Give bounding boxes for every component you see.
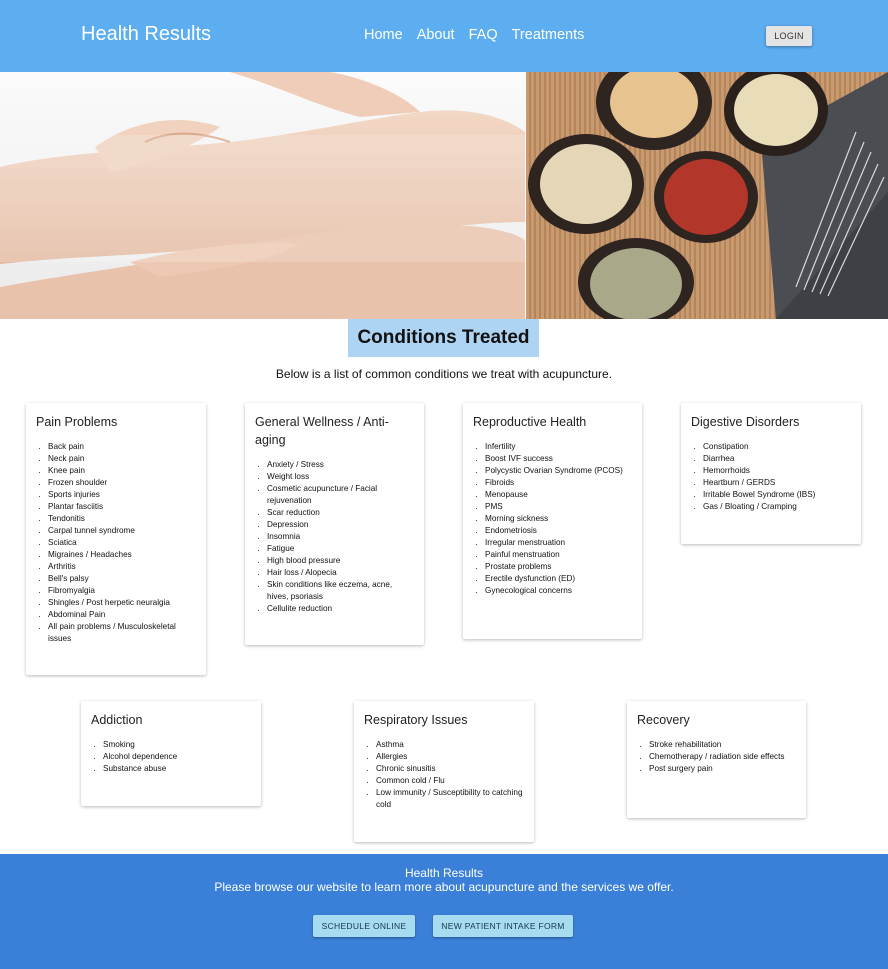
card-title: Digestive Disorders	[691, 415, 800, 429]
condition-item: Arthritis	[48, 561, 196, 573]
new-patient-intake-button[interactable]: NEW PATIENT INTAKE FORM	[433, 915, 573, 937]
hero-hands-image	[0, 72, 525, 319]
condition-item: Endometriosis	[485, 525, 632, 537]
condition-list: Stroke rehabilitationChemotherapy / radi…	[637, 739, 796, 775]
condition-item: Hemorrhoids	[703, 465, 851, 477]
condition-item: Diarrhea	[703, 453, 851, 465]
condition-item: Gynecological concerns	[485, 585, 632, 597]
login-button[interactable]: LOGIN	[766, 26, 812, 46]
hero-banner	[0, 72, 888, 319]
card-title: Reproductive Health	[473, 415, 587, 429]
condition-item: Tendonitis	[48, 513, 196, 525]
nav-treatments-link[interactable]: Treatments	[512, 27, 585, 43]
condition-item: Frozen shoulder	[48, 477, 196, 489]
condition-item: Post surgery pain	[649, 763, 796, 775]
condition-item: Painful menstruation	[485, 549, 632, 561]
condition-item: Hair loss / Alopecia	[267, 567, 414, 579]
condition-item: Cellulite reduction	[267, 603, 414, 615]
footer-text: Please browse our website to learn more …	[214, 880, 674, 894]
card-reproductive-health: Reproductive Health InfertilityBoost IVF…	[463, 403, 642, 639]
site-footer: Health Results Please browse our website…	[0, 854, 888, 969]
hero-herbs-image	[526, 72, 888, 319]
condition-item: Heartburn / GERDS	[703, 477, 851, 489]
card-addiction: Addiction SmokingAlcohol dependenceSubst…	[81, 701, 261, 806]
condition-item: Neck pain	[48, 453, 196, 465]
condition-item: Irritable Bowel Syndrome (IBS)	[703, 489, 851, 501]
condition-item: PMS	[485, 501, 632, 513]
condition-item: Cosmetic acupuncture / Facial rejuvenati…	[267, 483, 414, 507]
condition-item: Allergies	[376, 751, 524, 763]
condition-item: All pain problems / Musculoskeletal issu…	[48, 621, 196, 645]
condition-item: Skin conditions like eczema, acne, hives…	[267, 579, 414, 603]
condition-item: Chemotherapy / radiation side effects	[649, 751, 796, 763]
card-title: Respiratory Issues	[364, 713, 468, 727]
condition-item: Weight loss	[267, 471, 414, 483]
condition-item: Menopause	[485, 489, 632, 501]
condition-item: Boost IVF success	[485, 453, 632, 465]
condition-item: Erectile dysfunction (ED)	[485, 573, 632, 585]
condition-list: ConstipationDiarrheaHemorrhoidsHeartburn…	[691, 441, 851, 513]
condition-item: Fatigue	[267, 543, 414, 555]
condition-item: Polycystic Ovarian Syndrome (PCOS)	[485, 465, 632, 477]
condition-item: Anxiety / Stress	[267, 459, 414, 471]
condition-item: Chronic sinusitis	[376, 763, 524, 775]
condition-item: Prostate problems	[485, 561, 632, 573]
condition-item: Constipation	[703, 441, 851, 453]
site-header: Health Results Home About FAQ Treatments…	[0, 0, 888, 72]
condition-item: Depression	[267, 519, 414, 531]
condition-item: Asthma	[376, 739, 524, 751]
condition-item: Scar reduction	[267, 507, 414, 519]
intro-text: Below is a list of common conditions we …	[275, 367, 613, 381]
condition-item: Fibromyalgia	[48, 585, 196, 597]
condition-item: Shingles / Post herpetic neuralgia	[48, 597, 196, 609]
condition-item: Migraines / Headaches	[48, 549, 196, 561]
condition-item: Insomnia	[267, 531, 414, 543]
condition-item: Bell's palsy	[48, 573, 196, 585]
condition-item: Back pain	[48, 441, 196, 453]
condition-item: High blood pressure	[267, 555, 414, 567]
condition-item: Knee pain	[48, 465, 196, 477]
condition-list: InfertilityBoost IVF successPolycystic O…	[473, 441, 632, 597]
condition-item: Sports injuries	[48, 489, 196, 501]
condition-item: Sciatica	[48, 537, 196, 549]
condition-item: Abdominal Pain	[48, 609, 196, 621]
herbs-needles-illustration	[528, 72, 888, 319]
nav-about-link[interactable]: About	[417, 27, 455, 43]
condition-item: Alcohol dependence	[103, 751, 251, 763]
brand-logo[interactable]: Health Results	[81, 23, 211, 46]
main-nav: Home About FAQ Treatments	[364, 27, 584, 43]
card-respiratory-issues: Respiratory Issues AsthmaAllergiesChroni…	[354, 701, 534, 842]
condition-item: Smoking	[103, 739, 251, 751]
page-title-box: Conditions Treated	[348, 319, 539, 357]
condition-list: AsthmaAllergiesChronic sinusitisCommon c…	[364, 739, 524, 811]
card-pain-problems: Pain Problems Back painNeck painKnee pai…	[26, 403, 206, 675]
condition-item: Infertility	[485, 441, 632, 453]
nav-home-link[interactable]: Home	[364, 27, 403, 43]
card-digestive-disorders: Digestive Disorders ConstipationDiarrhea…	[681, 403, 861, 544]
condition-list: Back painNeck painKnee painFrozen should…	[36, 441, 196, 645]
page-title: Conditions Treated	[357, 327, 530, 348]
condition-item: Stroke rehabilitation	[649, 739, 796, 751]
condition-item: Common cold / Flu	[376, 775, 524, 787]
schedule-online-button[interactable]: SCHEDULE ONLINE	[313, 915, 415, 937]
footer-title: Health Results	[404, 866, 484, 880]
condition-item: Morning sickness	[485, 513, 632, 525]
condition-item: Substance abuse	[103, 763, 251, 775]
hands-illustration	[0, 72, 525, 319]
condition-item: Plantar fasciitis	[48, 501, 196, 513]
card-title: Recovery	[637, 713, 690, 727]
condition-item: Carpal tunnel syndrome	[48, 525, 196, 537]
card-recovery: Recovery Stroke rehabilitationChemothera…	[627, 701, 806, 818]
nav-faq-link[interactable]: FAQ	[469, 27, 498, 43]
card-title: Pain Problems	[36, 415, 118, 429]
condition-item: Fibroids	[485, 477, 632, 489]
condition-item: Irregular menstruation	[485, 537, 632, 549]
condition-list: Anxiety / StressWeight lossCosmetic acup…	[255, 459, 414, 615]
card-title: Addiction	[91, 713, 143, 727]
condition-list: SmokingAlcohol dependenceSubstance abuse	[91, 739, 251, 775]
condition-item: Low immunity / Susceptibility to catchin…	[376, 787, 524, 811]
condition-item: Gas / Bloating / Cramping	[703, 501, 851, 513]
card-title: General Wellness / Anti-aging	[255, 415, 389, 447]
card-general-wellness: General Wellness / Anti-aging Anxiety / …	[245, 403, 424, 645]
